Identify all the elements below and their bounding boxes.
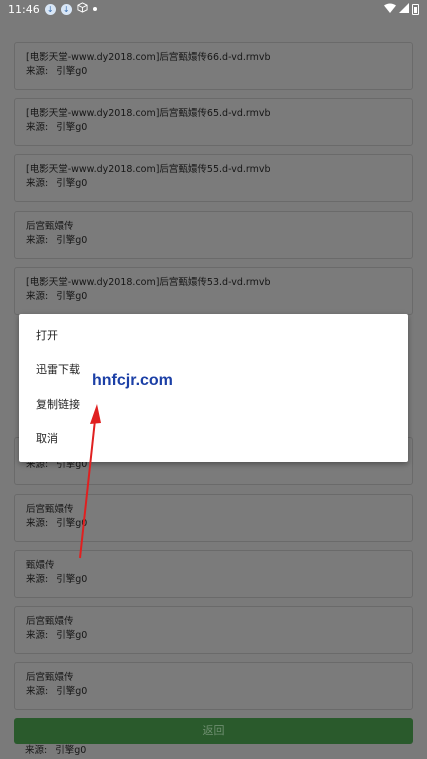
annotation-arrow xyxy=(79,404,101,559)
watermark-text: hnfcjr.com xyxy=(92,372,173,389)
